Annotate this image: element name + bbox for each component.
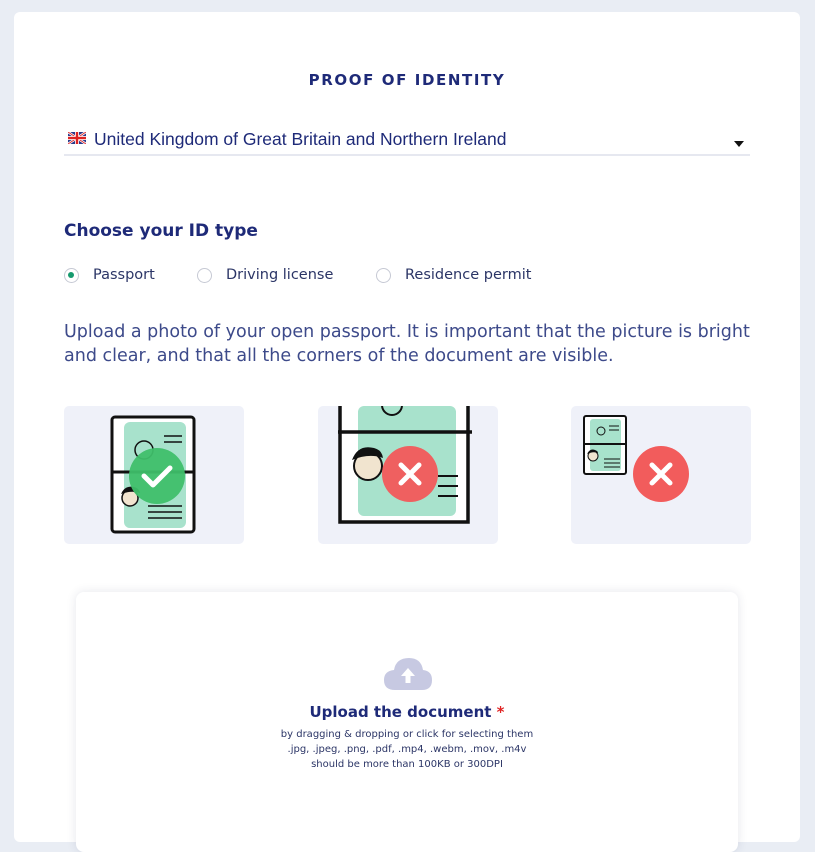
dropdown-caret-icon[interactable] (734, 141, 744, 147)
example-incorrect-cropped (318, 406, 498, 544)
uk-flag-icon (68, 132, 86, 144)
upload-title: Upload the document * (76, 703, 738, 721)
radio-button[interactable] (376, 267, 391, 283)
upload-hint-formats: .jpg, .jpeg, .png, .pdf, .mp4, .webm, .m… (287, 744, 527, 755)
document-upload-dropzone[interactable]: Upload the document * by dragging & drop… (76, 592, 738, 852)
proof-of-identity-card: PROOF OF IDENTITY United Kingdom of Grea… (14, 12, 800, 852)
country-select-value: United Kingdom of Great Britain and Nort… (94, 129, 507, 149)
radio-passport[interactable]: Passport (64, 264, 155, 286)
page-title: PROOF OF IDENTITY (308, 71, 506, 89)
radio-residence-permit[interactable]: Residence permit (376, 264, 531, 286)
small-passport-illustration (583, 415, 689, 502)
radio-driving-license[interactable]: Driving license (197, 264, 333, 286)
cropped-passport-illustration (338, 406, 472, 524)
example-incorrect-too-far (571, 406, 751, 544)
id-type-radio-group: Passport Driving license Residence permi… (64, 264, 664, 286)
radio-button[interactable] (197, 267, 212, 283)
id-type-heading: Choose your ID type (64, 221, 258, 241)
cloud-upload-icon (384, 658, 432, 690)
required-marker: * (496, 703, 505, 721)
country-select[interactable]: United Kingdom of Great Britain and Nort… (64, 124, 750, 156)
upload-instructions: Upload a photo of your open passport. It… (64, 322, 750, 366)
upload-hint-drag-drop: by dragging & dropping or click for sele… (280, 729, 534, 740)
radio-label-driving-license: Driving license (226, 267, 334, 283)
example-correct-passport (64, 406, 244, 544)
passport-illustration (110, 415, 196, 534)
upload-title-text: Upload the document (309, 703, 492, 721)
radio-label-residence-permit: Residence permit (405, 267, 532, 283)
radio-button-checked[interactable] (64, 267, 79, 283)
radio-label-passport: Passport (93, 267, 155, 283)
upload-hint-size: should be more than 100KB or 300DPI (311, 759, 503, 770)
